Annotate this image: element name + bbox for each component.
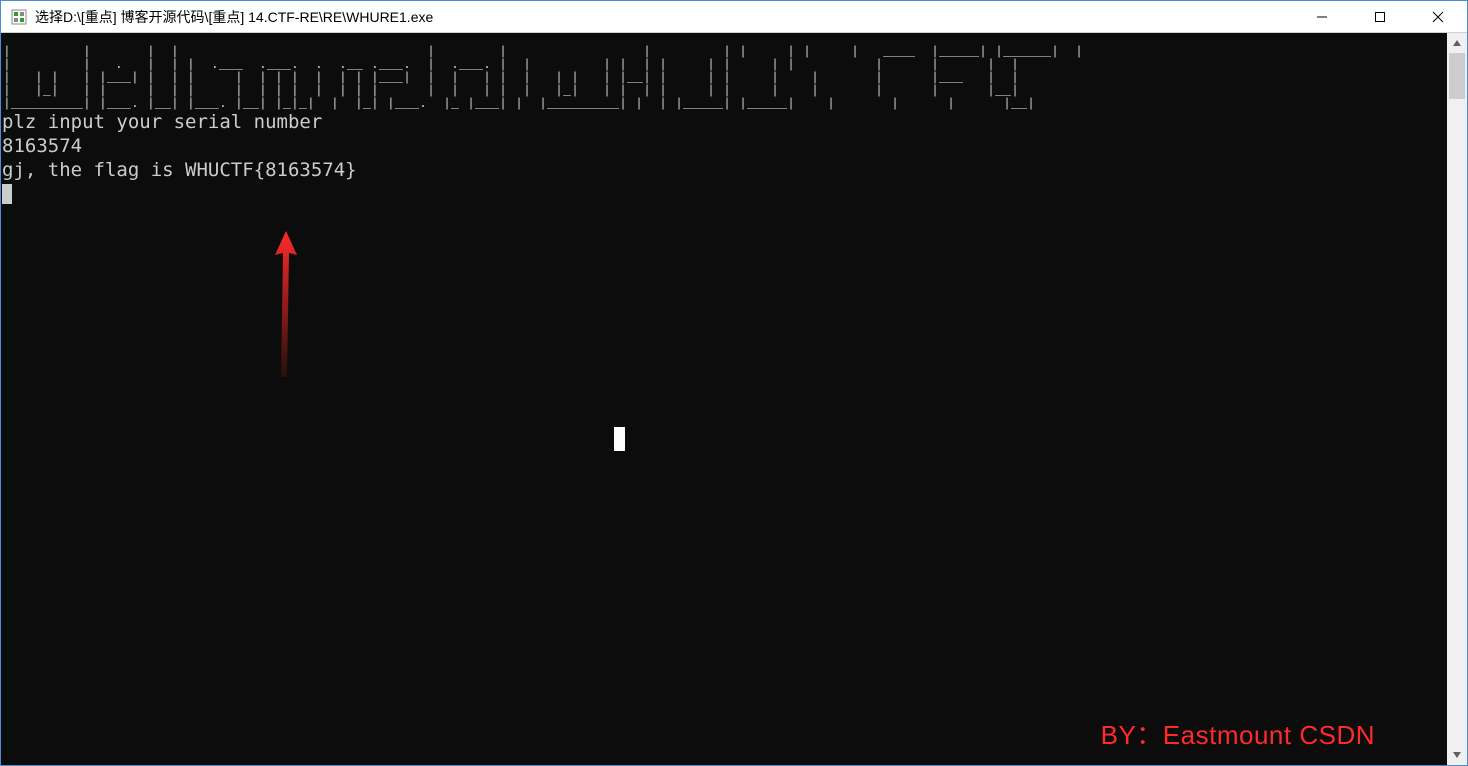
client-area: | | | | | | | | | | | | ____ |_____| |__… xyxy=(1,33,1467,765)
ascii-banner: | | | | | | | | | | | | ____ |_____| |__… xyxy=(3,45,1447,110)
close-button[interactable] xyxy=(1409,1,1467,32)
input-line: 8163574 xyxy=(2,134,1447,158)
text-caret xyxy=(614,427,625,451)
scrollbar-track[interactable] xyxy=(1447,53,1467,745)
titlebar[interactable]: 选择D:\[重点] 博客开源代码\[重点] 14.CTF-RE\RE\WHURE… xyxy=(1,1,1467,33)
console-output[interactable]: | | | | | | | | | | | | ____ |_____| |__… xyxy=(1,33,1447,765)
minimize-button[interactable] xyxy=(1293,1,1351,32)
arrow-annotation xyxy=(271,229,301,379)
watermark-text: BY：Eastmount CSDN xyxy=(1101,723,1375,747)
scroll-down-button[interactable] xyxy=(1447,745,1467,765)
vertical-scrollbar[interactable] xyxy=(1447,33,1467,765)
prompt-line: plz input your serial number xyxy=(2,110,1447,134)
maximize-button[interactable] xyxy=(1351,1,1409,32)
console-cursor xyxy=(2,184,12,204)
app-icon xyxy=(11,9,27,25)
scrollbar-thumb[interactable] xyxy=(1449,53,1465,99)
window-title: 选择D:\[重点] 博客开源代码\[重点] 14.CTF-RE\RE\WHURE… xyxy=(35,7,433,27)
result-line: gj, the flag is WHUCTF{8163574} xyxy=(2,158,1447,182)
app-window: 选择D:\[重点] 博客开源代码\[重点] 14.CTF-RE\RE\WHURE… xyxy=(0,0,1468,766)
window-controls xyxy=(1293,1,1467,32)
scroll-up-button[interactable] xyxy=(1447,33,1467,53)
